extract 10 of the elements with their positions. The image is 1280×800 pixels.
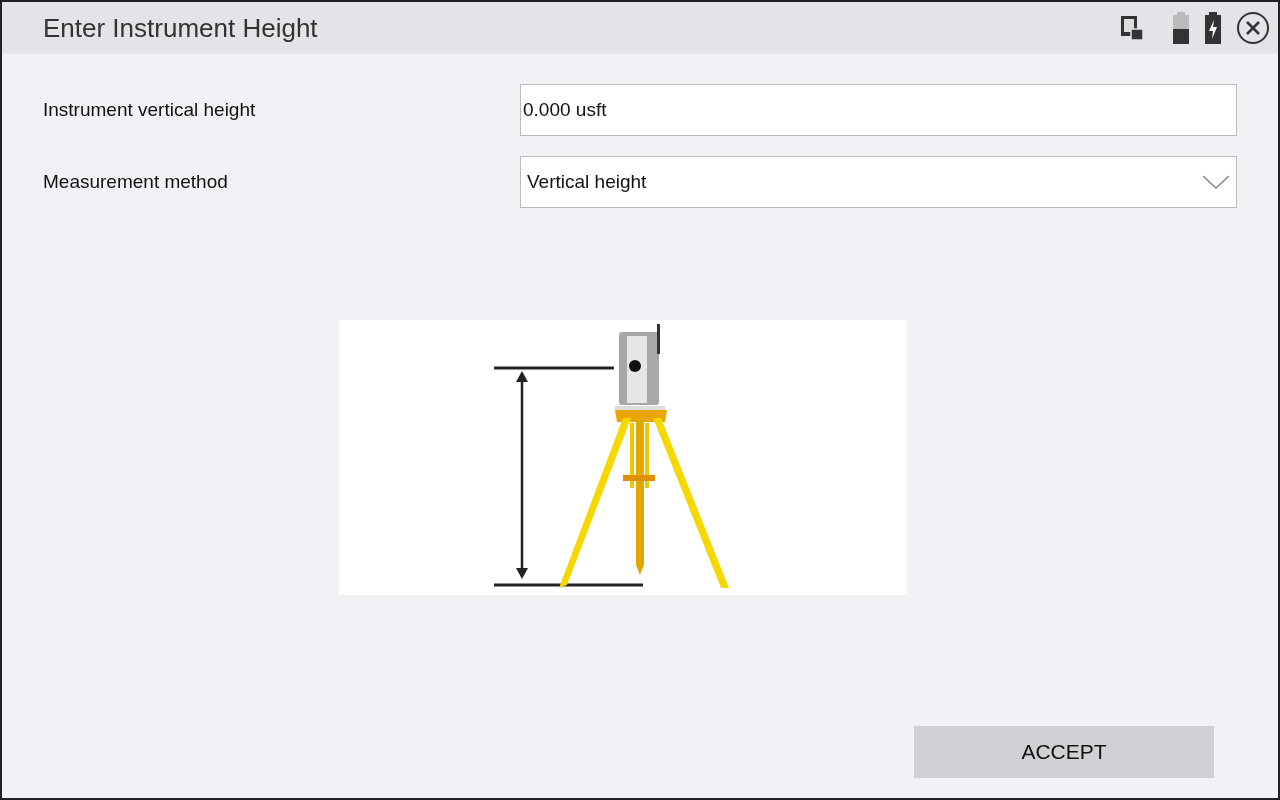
field-label: Measurement method: [43, 171, 229, 193]
window-title: Enter Instrument Height: [43, 12, 319, 44]
battery-icon[interactable]: [1172, 11, 1190, 45]
charging-battery-icon[interactable]: [1204, 11, 1222, 45]
close-icon[interactable]: [1236, 11, 1270, 45]
accept-button[interactable]: ACCEPT: [914, 726, 1214, 778]
field-label: Instrument vertical height: [43, 99, 257, 121]
method-dropdown[interactable]: Vertical height: [520, 156, 1237, 208]
chevron-down-icon: [1202, 175, 1230, 189]
height-input-field[interactable]: 0.000 usft: [520, 84, 1237, 136]
